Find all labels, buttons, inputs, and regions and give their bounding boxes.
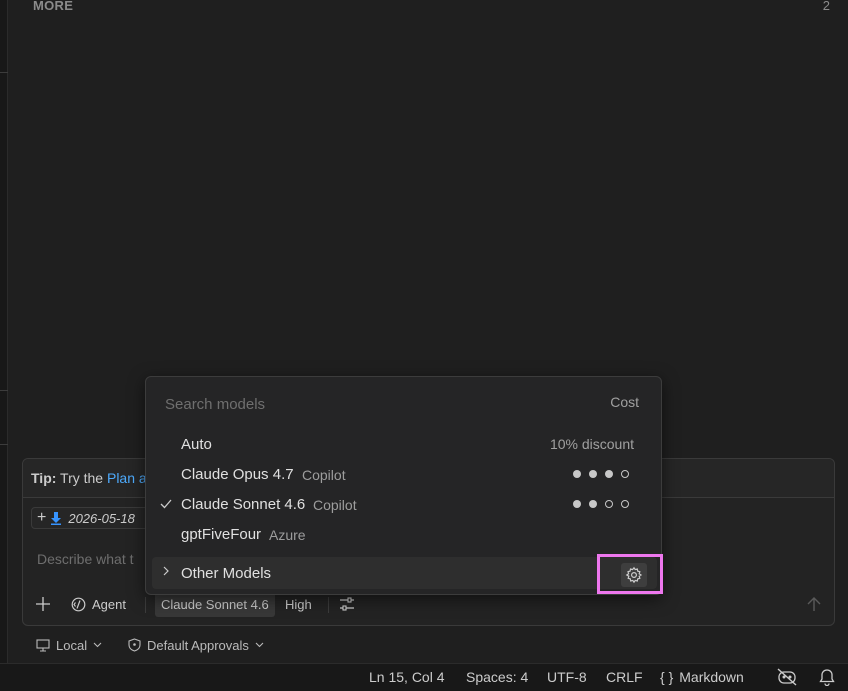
copilot-status-icon[interactable] <box>777 668 797 686</box>
other-models-label: Other Models <box>181 565 272 582</box>
check-icon <box>160 496 172 512</box>
model-provider: Azure <box>269 527 306 543</box>
chat-input[interactable]: Describe what t <box>37 551 133 567</box>
toolbar-divider <box>328 597 329 613</box>
model-option[interactable]: Claude Sonnet 4.6 Copilot <box>146 490 661 520</box>
status-bar: Ln 15, Col 4 Spaces: 4 UTF-8 CRLF { } Ma… <box>0 663 848 691</box>
tip-label: Tip: <box>31 470 57 486</box>
model-picker-popup: Search models Cost Auto 10% discount Claud… <box>145 376 663 595</box>
model-option[interactable]: Claude Opus 4.7 Copilot <box>146 460 661 490</box>
indentation-status[interactable]: Spaces: 4 <box>466 669 528 685</box>
model-cost-label: 10% discount <box>549 436 634 452</box>
search-models-input[interactable]: Search models <box>165 396 265 413</box>
plus-icon <box>36 597 50 611</box>
encoding-status[interactable]: UTF-8 <box>547 669 587 685</box>
more-section-header[interactable]: MORE 2 <box>8 0 848 14</box>
language-label: Markdown <box>679 669 744 685</box>
braces-icon: { } <box>660 669 674 685</box>
cursor-position[interactable]: Ln 15, Col 4 <box>369 669 445 685</box>
model-provider: Copilot <box>313 497 357 513</box>
add-context-icon[interactable]: + <box>37 510 46 526</box>
approvals-label: Default Approvals <box>147 637 249 653</box>
cost-dot-filled <box>573 500 581 508</box>
manage-models-highlight <box>597 554 663 594</box>
agent-mode-button[interactable]: Agent <box>71 591 126 617</box>
model-option[interactable]: gptFiveFour Azure <box>146 520 661 550</box>
chevron-down-icon <box>255 642 264 648</box>
strip-divider <box>0 390 8 391</box>
model-name: Claude Opus 4.7 <box>181 466 294 483</box>
send-button[interactable] <box>806 591 822 617</box>
cost-dot-filled <box>589 470 597 478</box>
editor-window: MORE 2 Tip: Try the Plan a + 2026-05-18 … <box>0 0 848 691</box>
manage-models-button[interactable] <box>621 563 647 587</box>
model-provider: Copilot <box>302 467 346 483</box>
section-count-badge: 2 <box>822 0 830 13</box>
tip-text: Tip: Try the Plan a <box>31 470 147 486</box>
sliders-icon <box>340 597 354 611</box>
model-name: Claude Sonnet 4.6 <box>181 496 306 513</box>
arrow-up-icon <box>807 597 821 611</box>
gear-icon <box>625 566 643 584</box>
toolbar-divider <box>145 597 146 613</box>
cost-dot-empty <box>605 500 613 508</box>
activity-strip <box>0 0 8 663</box>
agent-label: Agent <box>92 596 126 612</box>
tip-body: Try the <box>60 470 104 486</box>
strip-divider <box>0 72 8 73</box>
section-title: MORE <box>33 0 74 13</box>
agent-icon <box>71 597 86 611</box>
cost-dot-filled <box>605 470 613 478</box>
monitor-icon <box>36 638 50 652</box>
add-button[interactable] <box>35 591 51 617</box>
location-label: Local <box>56 637 88 653</box>
cost-dot-empty <box>621 470 629 478</box>
chevron-down-icon <box>93 642 102 648</box>
context-chip-label: 2026-05-18 <box>68 510 135 526</box>
model-name: gptFiveFour <box>181 526 262 543</box>
cost-rating <box>573 500 629 508</box>
cost-rating <box>573 470 629 478</box>
context-attachment-chip[interactable]: + 2026-05-18 <box>31 507 161 529</box>
chat-options-row: Local Default Approvals <box>22 634 522 656</box>
cost-dot-empty <box>621 500 629 508</box>
eol-status[interactable]: CRLF <box>606 669 643 685</box>
cost-column-header: Cost <box>610 394 639 410</box>
approvals-dropdown[interactable]: Default Approvals <box>128 634 264 656</box>
strip-divider <box>0 444 8 445</box>
model-name: Auto <box>181 436 212 453</box>
chevron-right-icon <box>162 564 170 580</box>
shield-icon <box>128 638 141 652</box>
language-mode[interactable]: { } Markdown <box>660 669 744 685</box>
cost-dot-filled <box>589 500 597 508</box>
bell-icon[interactable] <box>818 668 836 686</box>
tip-link[interactable]: Plan a <box>107 470 147 486</box>
other-models-row[interactable]: Other Models <box>152 554 663 594</box>
download-arrow-icon <box>50 511 62 525</box>
location-dropdown[interactable]: Local <box>36 634 102 656</box>
chat-toolbar: Agent Claude Sonnet 4.6 High <box>23 591 834 619</box>
model-option[interactable]: Auto 10% discount <box>146 430 661 460</box>
cost-dot-filled <box>573 470 581 478</box>
